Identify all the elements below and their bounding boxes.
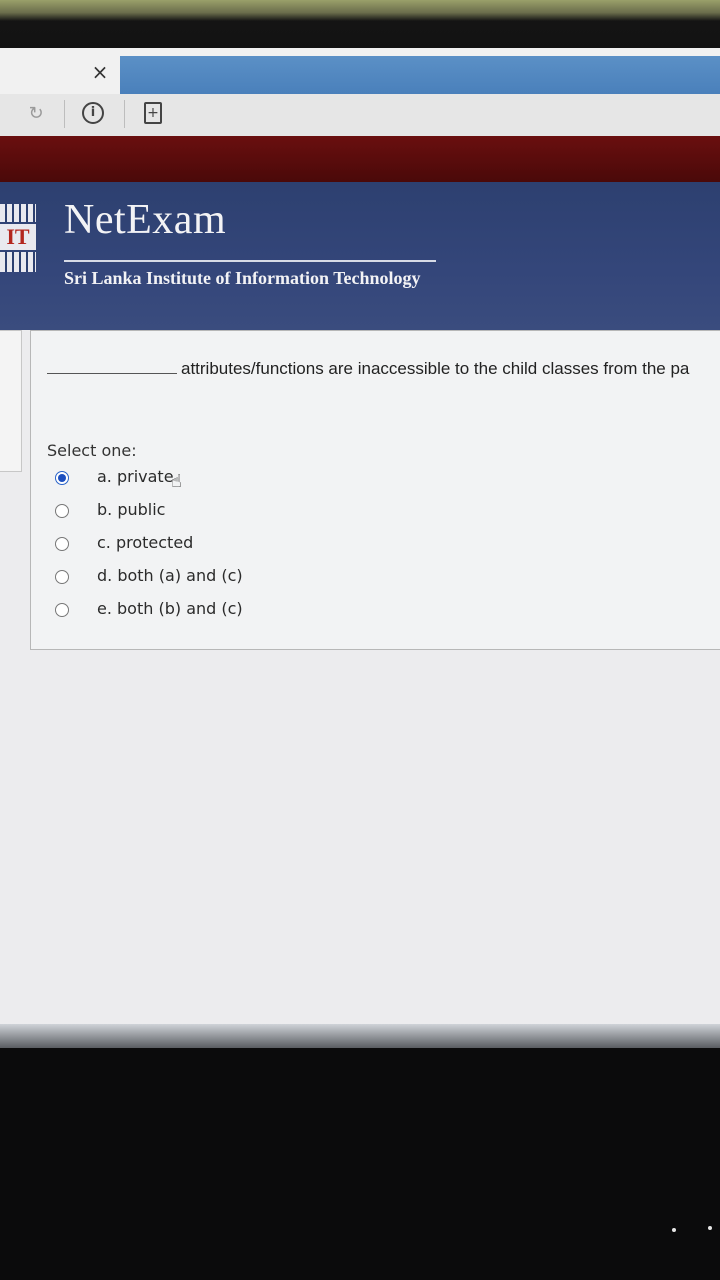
- option-a[interactable]: a. private: [47, 465, 447, 493]
- question-box: attributes/functions are inaccessible to…: [30, 330, 720, 650]
- radio-option-c[interactable]: [55, 537, 69, 551]
- option-a-label[interactable]: a. private: [97, 467, 174, 486]
- screen-bottom-edge: [0, 1024, 720, 1048]
- option-c-label[interactable]: c. protected: [97, 533, 193, 552]
- question-text: attributes/functions are inaccessible to…: [181, 359, 690, 378]
- bezel-dot: [672, 1228, 676, 1232]
- logo-pattern: [0, 204, 36, 222]
- bezel-dot: [708, 1226, 712, 1230]
- sliit-logo: IT: [0, 204, 38, 274]
- main-content: attributes/functions are inaccessible to…: [0, 330, 720, 1048]
- site-header: IT NetExam Sri Lanka Institute of Inform…: [0, 182, 720, 464]
- logo-pattern: [0, 252, 36, 272]
- option-b[interactable]: b. public: [47, 498, 447, 526]
- browser-window: × ↻ i + IT NetExam Sri Lanka Institute o…: [0, 48, 720, 1048]
- reload-icon[interactable]: ↻: [24, 102, 48, 126]
- browser-toolbar: ↻ i +: [0, 94, 720, 137]
- toolbar-divider: [64, 100, 65, 128]
- question-info-panel: [0, 330, 22, 472]
- radio-option-a[interactable]: [55, 471, 69, 485]
- radio-option-b[interactable]: [55, 504, 69, 518]
- institution-name: Sri Lanka Institute of Information Techn…: [64, 268, 421, 288]
- option-d-label[interactable]: d. both (a) and (c): [97, 566, 243, 585]
- logo-text: IT: [0, 224, 36, 250]
- radio-option-e[interactable]: [55, 603, 69, 617]
- toolbar-divider: [124, 100, 125, 128]
- new-tab-icon[interactable]: +: [144, 102, 162, 124]
- answer-blank: [47, 373, 177, 374]
- select-one-label: Select one:: [47, 441, 137, 460]
- info-icon[interactable]: i: [82, 102, 104, 124]
- radio-option-d[interactable]: [55, 570, 69, 584]
- close-tab-icon[interactable]: ×: [88, 60, 112, 84]
- tab-bar: ×: [0, 48, 720, 94]
- option-e-label[interactable]: e. both (b) and (c): [97, 599, 243, 618]
- option-c[interactable]: c. protected: [47, 531, 447, 559]
- hand-cursor-icon: ☝: [171, 471, 182, 492]
- brand-divider: [64, 260, 436, 262]
- option-b-label[interactable]: b. public: [97, 500, 165, 519]
- active-tab[interactable]: [120, 56, 720, 94]
- option-e[interactable]: e. both (b) and (c): [47, 597, 447, 625]
- option-d[interactable]: d. both (a) and (c): [47, 564, 447, 592]
- brand-title: NetExam: [64, 197, 227, 243]
- site-top-bar: [0, 136, 720, 182]
